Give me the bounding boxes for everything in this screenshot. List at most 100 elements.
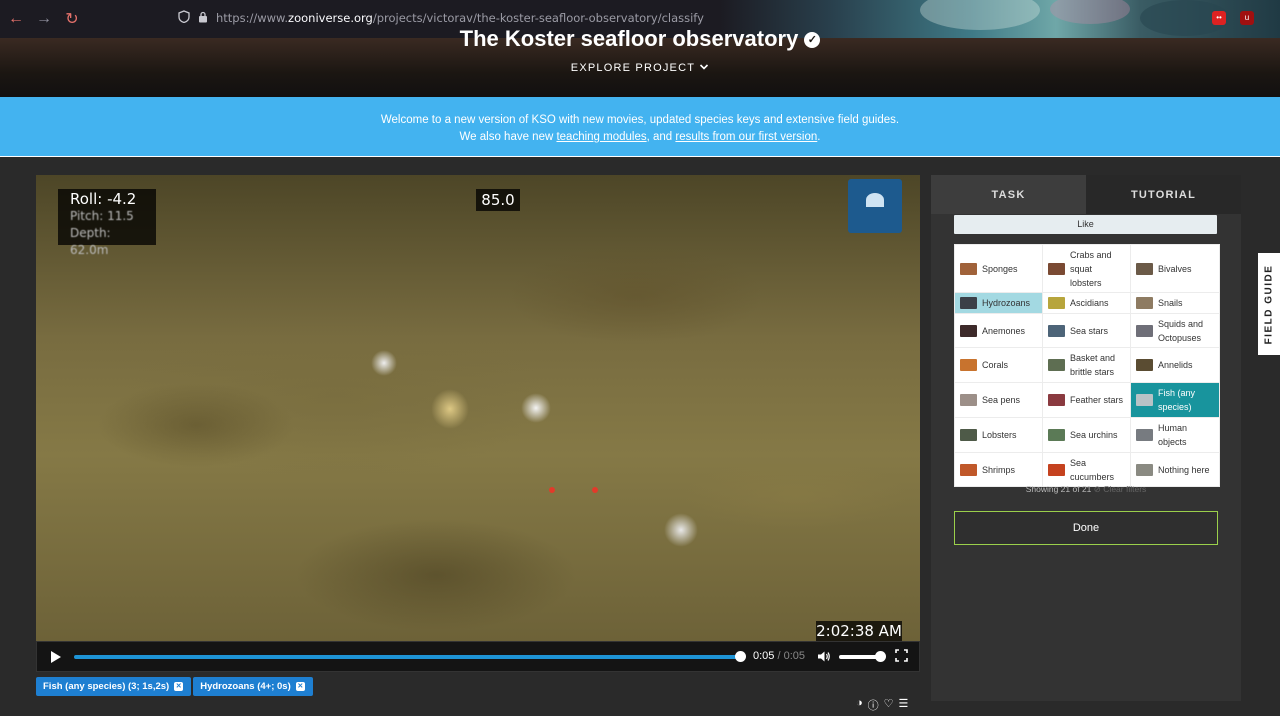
laser-dot	[549, 487, 555, 493]
explore-project-menu[interactable]: EXPLORE PROJECT	[0, 62, 1280, 74]
species-option[interactable]: Squids and Octopuses	[1130, 313, 1220, 348]
species-label: Annelids	[1158, 360, 1193, 370]
tab-tutorial[interactable]: TUTORIAL	[1086, 175, 1241, 214]
progress-handle[interactable]	[735, 651, 746, 662]
laser-dot	[592, 487, 598, 493]
species-thumbnail	[1048, 297, 1065, 309]
species-thumbnail	[960, 262, 977, 275]
species-option[interactable]: Sea stars	[1042, 313, 1131, 348]
announcement-line1: Welcome to a new version of KSO with new…	[380, 114, 900, 126]
play-icon[interactable]	[49, 650, 63, 664]
done-button[interactable]: Done	[954, 511, 1218, 545]
species-label: Hydrozoans	[982, 298, 1031, 308]
ublock-icon[interactable]: u	[1240, 11, 1254, 25]
video-particle	[431, 389, 469, 429]
verified-check-icon: ✓	[804, 32, 821, 49]
close-icon[interactable]: ✕	[295, 682, 305, 691]
close-icon[interactable]: ✕	[174, 682, 184, 691]
field-guide-tab[interactable]: FIELD GUIDE	[1258, 253, 1280, 355]
species-option[interactable]: Shrimps	[954, 452, 1043, 487]
clear-icon: ⊘	[1093, 484, 1101, 494]
camera-logo-icon	[848, 179, 902, 233]
species-option[interactable]: Snails	[1130, 292, 1220, 314]
species-label: Squids and Octopuses	[1158, 318, 1204, 343]
species-label: Snails	[1158, 298, 1183, 308]
species-label: Anemones	[982, 325, 1026, 336]
volume-handle[interactable]	[875, 651, 886, 662]
teaching-modules-link[interactable]: teaching modules	[556, 131, 646, 143]
fullscreen-icon[interactable]	[895, 649, 908, 665]
telemetry-overlay: Roll: -4.2 Pitch: 11.5 Depth: 62.0m	[58, 189, 156, 257]
heart-icon[interactable]: ♡	[884, 697, 894, 713]
url-text: https://www.zooniverse.org/projects/vict…	[216, 11, 704, 25]
like-filter-button[interactable]: Like	[954, 215, 1217, 234]
project-header: The Koster seafloor observatory ✓ EXPLORE…	[0, 26, 1280, 97]
species-thumbnail	[1048, 463, 1065, 476]
species-label: Human objects	[1158, 423, 1188, 447]
species-thumbnail	[1136, 297, 1153, 309]
volume-icon[interactable]	[817, 650, 831, 666]
info-icon[interactable]: ⓘ	[868, 697, 879, 713]
species-label: Fish (any species)	[1158, 388, 1196, 412]
species-thumbnail	[1048, 429, 1065, 441]
species-thumbnail	[960, 463, 977, 476]
chevron-down-icon	[699, 62, 709, 74]
species-label: Shrimps	[982, 464, 1016, 475]
subject-actions: ◑ ⓘ ♡ ☰	[856, 697, 908, 713]
species-thumbnail	[1048, 359, 1065, 371]
species-thumbnail	[1048, 324, 1065, 337]
species-label: Sea cucumbers	[1070, 457, 1115, 482]
timestamp-overlay: 2:02:38 AM	[816, 621, 902, 641]
heading-overlay: 85.0	[476, 189, 520, 211]
species-option[interactable]: Annelids	[1130, 347, 1220, 383]
species-thumbnail	[960, 359, 977, 371]
species-option[interactable]: Crabs and squat lobsters	[1042, 244, 1131, 293]
clear-filters-button[interactable]: ⊘ Clear filters	[1094, 484, 1146, 494]
species-option[interactable]: Hydrozoans	[954, 292, 1043, 314]
announcement-banner: Welcome to a new version of KSO with new…	[0, 97, 1280, 157]
species-label: Sea pens	[982, 395, 1021, 405]
tag-hydrozoans[interactable]: Hydrozoans (4+; 0s) ✕	[193, 677, 313, 696]
species-label: Basket and brittle stars	[1070, 353, 1116, 377]
species-option[interactable]: Nothing here	[1130, 452, 1220, 487]
species-option[interactable]: Basket and brittle stars	[1042, 347, 1131, 383]
extension-icon[interactable]: ••	[1212, 11, 1226, 25]
species-option[interactable]: Sea cucumbers	[1042, 452, 1131, 487]
species-option[interactable]: Human objects	[1130, 417, 1220, 453]
species-option[interactable]: Feather stars	[1042, 382, 1131, 418]
species-option[interactable]: Ascidians	[1042, 292, 1131, 314]
species-option[interactable]: Bivalves	[1130, 244, 1220, 293]
list-icon[interactable]: ☰	[899, 697, 909, 713]
species-thumbnail	[1136, 359, 1153, 371]
video-controls: 0:05 / 0:05	[36, 641, 920, 672]
species-option[interactable]: Corals	[954, 347, 1043, 383]
species-option[interactable]: Sponges	[954, 244, 1043, 293]
subject-video[interactable]: Roll: -4.2 Pitch: 11.5 Depth: 62.0m 85.0…	[36, 175, 920, 641]
species-label: Crabs and squat lobsters	[1070, 249, 1112, 288]
species-option[interactable]: Sea pens	[954, 382, 1043, 418]
species-thumbnail	[1048, 262, 1065, 275]
species-thumbnail	[960, 394, 977, 406]
project-title[interactable]: The Koster seafloor observatory ✓	[0, 26, 1280, 52]
species-thumbnail	[1136, 463, 1153, 476]
species-label: Nothing here	[1158, 464, 1210, 475]
species-option[interactable]: Fish (any species)	[1130, 382, 1220, 418]
species-option[interactable]: Anemones	[954, 313, 1043, 348]
timecode: 0:05 / 0:05	[753, 650, 806, 662]
results-link[interactable]: results from our first version	[675, 131, 817, 143]
contrast-icon[interactable]: ◑	[856, 697, 863, 713]
tab-task[interactable]: TASK	[931, 175, 1086, 214]
filter-summary: Showing 21 of 21 ⊘ Clear filters	[1025, 484, 1147, 494]
species-label: Sea urchins	[1070, 430, 1118, 440]
lock-icon[interactable]	[198, 11, 208, 26]
address-bar[interactable]: https://www.zooniverse.org/projects/vict…	[178, 10, 704, 26]
species-option[interactable]: Lobsters	[954, 417, 1043, 453]
tag-fish[interactable]: Fish (any species) (3; 1s,2s) ✕	[36, 677, 192, 696]
announcement-line2: We also have new teaching modules, and r…	[459, 131, 821, 143]
species-label: Feather stars	[1070, 395, 1124, 405]
classification-tags: Fish (any species) (3; 1s,2s) ✕ Hydrozoan…	[36, 677, 313, 696]
shield-icon[interactable]	[178, 10, 190, 26]
progress-bar[interactable]	[74, 655, 741, 659]
species-option[interactable]: Sea urchins	[1042, 417, 1131, 453]
species-thumbnail	[1136, 429, 1153, 441]
